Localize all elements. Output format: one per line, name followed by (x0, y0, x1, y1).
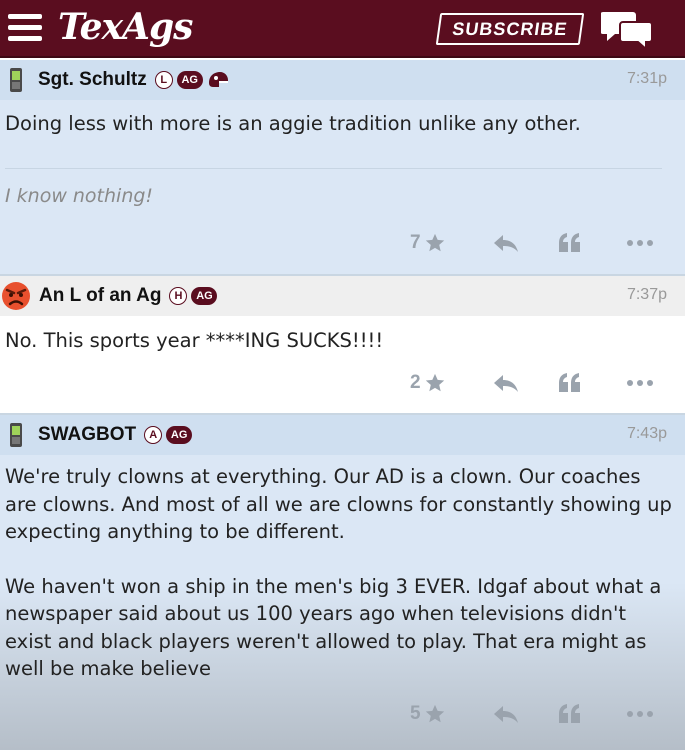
more-options-button[interactable] (626, 228, 654, 258)
more-options-button[interactable] (626, 699, 654, 729)
post-paragraph: We're truly clowns at everything. Our AD… (5, 465, 672, 543)
top-bar: TexAgs SUBSCRIBE (0, 0, 685, 58)
helmet-icon (208, 72, 228, 87)
badge-h: H (169, 287, 188, 305)
star-button[interactable]: 5 (410, 699, 446, 729)
post-actions: 5 (0, 699, 685, 729)
ellipsis-icon (627, 711, 653, 717)
star-count: 5 (410, 703, 421, 724)
star-icon (425, 233, 444, 252)
quote-icon (559, 233, 580, 252)
reply-button[interactable] (493, 699, 519, 729)
star-button[interactable]: 7 (410, 228, 446, 258)
post-text: No. This sports year ****ING SUCKS!!!! (5, 329, 384, 352)
star-count: 7 (410, 232, 421, 253)
post-time[interactable]: 7:37p (627, 286, 667, 304)
quote-icon (559, 373, 580, 392)
quote-button[interactable] (558, 228, 582, 258)
star-icon (425, 373, 444, 392)
post-time[interactable]: 7:31p (627, 70, 667, 88)
badge-ag: AG (191, 287, 218, 305)
post-handle[interactable]: Sgt. Schultz (38, 69, 147, 91)
hamburger-menu-icon[interactable] (8, 14, 42, 42)
quote-button[interactable] (558, 699, 582, 729)
star-icon (425, 704, 444, 723)
post-text: Doing less with more is an aggie traditi… (5, 112, 581, 135)
post-paragraph: We haven't won a ship in the men's big 3… (5, 574, 662, 681)
badge-l: L (154, 71, 173, 89)
post-handle[interactable]: SWAGBOT (38, 424, 136, 446)
post-actions: 2 (0, 368, 685, 398)
phone-icon (10, 423, 22, 447)
phone-icon (10, 68, 22, 92)
post-header: Sgt. Schultz L AG 7:31p (0, 60, 685, 100)
ellipsis-icon (627, 380, 653, 386)
angry-face-icon (2, 282, 30, 310)
ellipsis-icon (627, 240, 653, 246)
more-options-button[interactable] (626, 368, 654, 398)
post-header: SWAGBOT A AG 7:43p (0, 415, 685, 455)
star-count: 2 (410, 372, 421, 393)
signature-divider (5, 167, 662, 169)
post-sgt-schultz: Sgt. Schultz L AG 7:31p Doing less with … (0, 60, 685, 274)
post-body: No. This sports year ****ING SUCKS!!!! (0, 327, 685, 355)
post-body: We're truly clowns at everything. Our AD… (0, 463, 685, 683)
post-signature: I know nothing! (5, 184, 154, 207)
post-swagbot: SWAGBOT A AG 7:43p We're truly clowns at… (0, 415, 685, 750)
texags-logo[interactable]: TexAgs (58, 6, 193, 48)
reply-icon (494, 706, 518, 723)
post-header: An L of an Ag H AG 7:37p (0, 276, 685, 316)
quote-icon (559, 704, 580, 723)
post-handle[interactable]: An L of an Ag (39, 285, 161, 307)
reply-button[interactable] (493, 228, 519, 258)
reply-button[interactable] (493, 368, 519, 398)
badge-ag: AG (176, 71, 203, 89)
reply-icon (494, 235, 518, 252)
reply-icon (494, 375, 518, 392)
quote-button[interactable] (558, 368, 582, 398)
post-actions: 7 (0, 228, 685, 258)
badge-a: A (144, 426, 163, 444)
badge-ag: AG (166, 426, 193, 444)
post-an-l-of-an-ag: An L of an Ag H AG 7:37p No. This sports… (0, 276, 685, 412)
post-time[interactable]: 7:43p (627, 425, 667, 443)
chat-bubbles-icon[interactable] (601, 8, 653, 50)
subscribe-button[interactable]: SUBSCRIBE (435, 13, 585, 45)
star-button[interactable]: 2 (410, 368, 446, 398)
post-body: Doing less with more is an aggie traditi… (0, 110, 685, 207)
